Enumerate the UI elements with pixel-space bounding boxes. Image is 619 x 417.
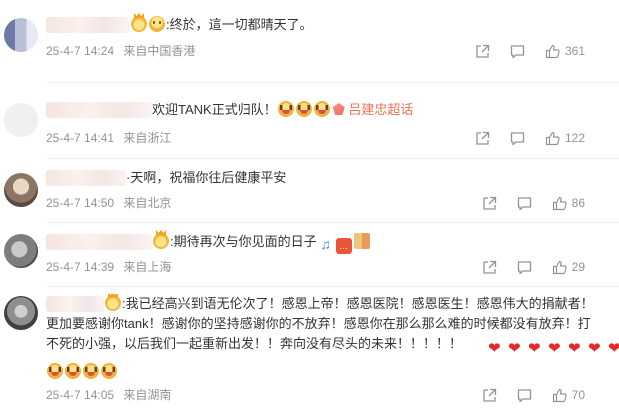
like-count: 86	[571, 196, 585, 210]
comment-time: 25-4-7 14:39	[46, 260, 115, 274]
comment-button[interactable]	[517, 388, 532, 403]
comment-location: 来自浙江	[123, 131, 172, 145]
comment-location: 来自中国香港	[123, 44, 196, 58]
comment-icon	[517, 260, 531, 274]
crying-emoji-icon	[65, 363, 81, 379]
share-icon	[482, 260, 496, 274]
like-count: 361	[564, 44, 585, 58]
comment-actions: 122	[455, 128, 585, 148]
crown-emoji-icon	[105, 295, 121, 311]
emoji-row	[46, 362, 601, 382]
comment-time: 25-4-7 14:24	[46, 44, 115, 58]
heart-emoji-icon	[547, 341, 565, 357]
crying-emoji-icon	[313, 101, 330, 117]
comment-time: 25-4-7 14:41	[46, 131, 115, 145]
like-button[interactable]: 70	[552, 385, 585, 405]
divider	[46, 222, 619, 223]
comment-text: :终於，這一切都晴天了。	[166, 17, 313, 32]
super-topic-link[interactable]: 吕建忠超话	[348, 102, 413, 117]
comment-actions: 29	[462, 257, 585, 277]
comment-location: 来自上海	[123, 260, 172, 274]
hearts-emoji-row	[486, 340, 619, 360]
thumbs-up-icon	[552, 388, 567, 402]
crying-emoji-icon	[101, 363, 117, 379]
heart-emoji-icon	[607, 341, 619, 357]
comment-icon	[517, 196, 531, 210]
comment-location: 来自北京	[123, 196, 172, 210]
comment-time: 25-4-7 14:05	[46, 388, 115, 402]
share-button[interactable]	[482, 196, 497, 211]
comment-actions: 361	[455, 41, 585, 61]
comment-text: ·天啊，祝福你往后健康平安	[126, 170, 287, 185]
comment-meta: 25-4-7 14:39 来自上海 29	[46, 257, 601, 277]
share-icon	[476, 44, 490, 58]
comment-text-line: 欢迎TANK正式归队！ 吕建忠超话	[46, 100, 601, 120]
share-icon	[482, 388, 496, 402]
share-button[interactable]	[482, 260, 497, 275]
comment-meta: 25-4-7 14:05 来自湖南 70	[46, 385, 601, 405]
avatar[interactable]	[4, 173, 38, 207]
like-button[interactable]: 361	[545, 41, 585, 61]
thumbs-up-icon	[552, 260, 567, 274]
thumbs-up-icon	[545, 131, 560, 145]
avatar[interactable]	[4, 18, 38, 52]
comment-icon	[510, 131, 525, 145]
heart-emoji-icon	[567, 341, 585, 357]
share-icon	[482, 196, 496, 210]
thumbs-up-icon	[545, 44, 560, 58]
comment-meta: 25-4-7 14:24 来自中国香港 361	[46, 41, 601, 61]
comment-meta: 25-4-7 14:41 来自浙江 122	[46, 128, 601, 148]
comment-button[interactable]	[510, 131, 525, 146]
like-button[interactable]: 29	[552, 257, 585, 277]
comment-meta: 25-4-7 14:50 来自北京 86	[46, 193, 601, 213]
like-count: 29	[571, 260, 585, 274]
comment-icon	[517, 388, 531, 402]
share-button[interactable]	[475, 131, 490, 146]
comment-location: 来自湖南	[123, 388, 172, 402]
avatar[interactable]	[4, 234, 38, 268]
comment-text-line: :期待再次与你见面的日子 ♫…	[46, 232, 601, 254]
crying-emoji-icon	[83, 363, 99, 379]
crown-emoji-icon	[153, 233, 169, 249]
crying-emoji-icon	[277, 101, 294, 117]
divider	[46, 82, 619, 83]
comment-text-line: ·天啊，祝福你往后健康平安	[46, 168, 601, 188]
avatar[interactable]	[4, 296, 38, 330]
avatar[interactable]	[4, 103, 38, 137]
comment-time: 25-4-7 14:50	[46, 196, 115, 210]
crying-emoji-icon	[295, 101, 312, 117]
heart-emoji-icon	[487, 341, 505, 357]
comment-icon	[510, 44, 525, 58]
super-topic-badge-icon	[332, 103, 345, 115]
comment-button[interactable]	[517, 196, 532, 211]
share-button[interactable]	[475, 44, 490, 59]
comment-text-line: :终於，這一切都晴天了。	[46, 15, 601, 35]
like-button[interactable]: 86	[552, 193, 585, 213]
comment-actions: 86	[462, 193, 585, 213]
divider	[46, 286, 619, 287]
share-icon	[476, 131, 490, 145]
comment-text: :期待再次与你见面的日子	[170, 234, 317, 249]
divider	[46, 158, 619, 159]
crown-emoji-icon	[131, 16, 147, 32]
heart-emoji-icon	[507, 341, 525, 357]
music-note-emoji-icon: ♫	[320, 236, 331, 252]
crying-emoji-icon	[47, 363, 63, 379]
smile-emoji-icon	[149, 16, 165, 32]
heart-emoji-icon	[587, 341, 605, 357]
thumbs-up-icon	[552, 196, 567, 210]
like-count: 70	[571, 388, 585, 402]
heart-emoji-icon	[527, 341, 545, 357]
comment-actions: 70	[462, 385, 585, 405]
chat-bubble-emoji-icon: …	[335, 238, 352, 254]
comment-text: 欢迎TANK正式归队！	[152, 102, 277, 117]
comment-button[interactable]	[517, 260, 532, 275]
like-button[interactable]: 122	[545, 128, 585, 148]
family-emoji-icon	[353, 233, 370, 249]
share-button[interactable]	[482, 388, 497, 403]
like-count: 122	[564, 131, 585, 145]
comment-button[interactable]	[510, 44, 525, 59]
